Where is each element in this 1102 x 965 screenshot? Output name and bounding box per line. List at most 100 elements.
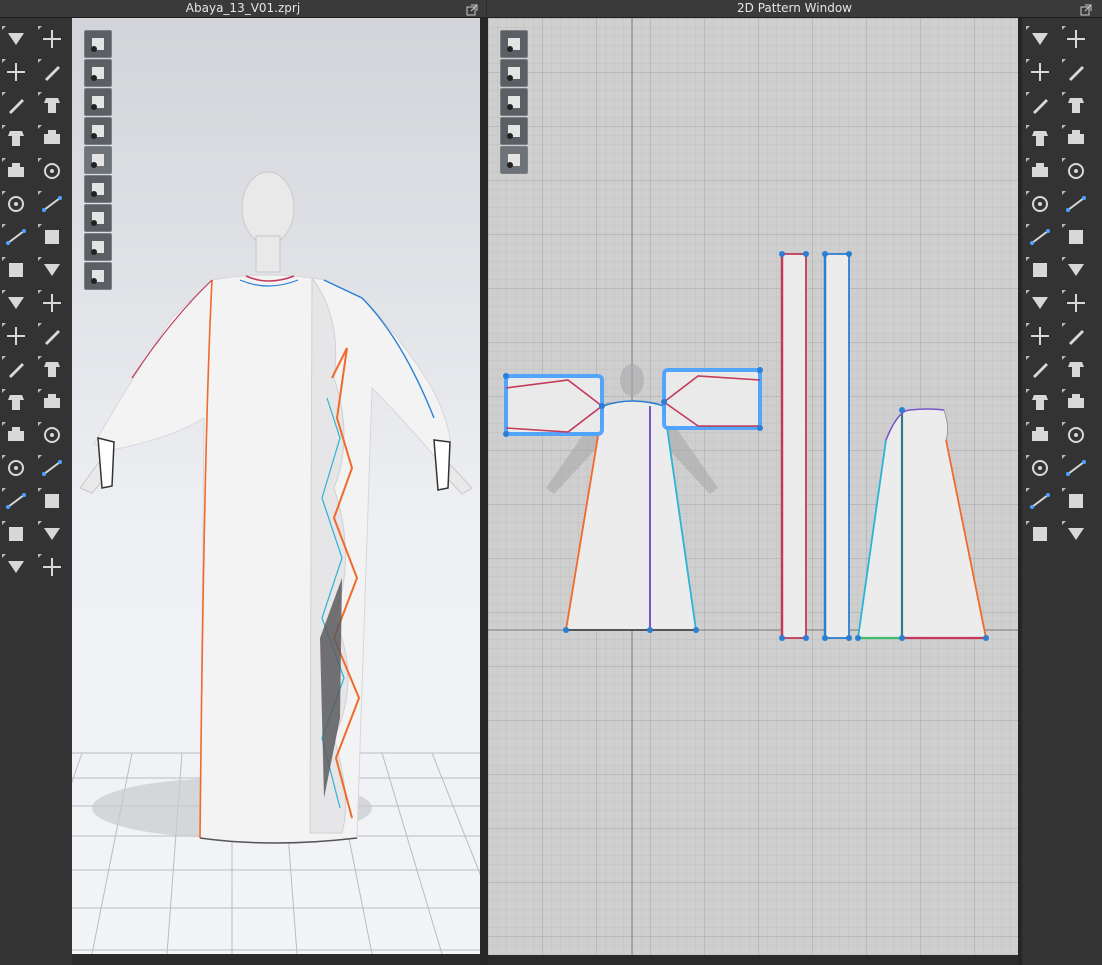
internal-polygon-icon[interactable] [1026, 158, 1054, 184]
fabric-icon[interactable] [1062, 257, 1090, 283]
texture-icon[interactable] [1062, 290, 1090, 316]
show-sewing-icon[interactable] [84, 146, 112, 174]
zipper-icon[interactable] [1062, 422, 1090, 448]
measure-icon[interactable] [38, 521, 66, 547]
show-fabric-icon[interactable] [84, 117, 112, 145]
show-garment-icon[interactable] [84, 59, 112, 87]
submenu-indicator [2, 554, 6, 558]
puckering-icon[interactable] [2, 356, 30, 382]
gradient-icon[interactable] [2, 455, 30, 481]
block-icon[interactable] [1062, 488, 1090, 514]
submenu-indicator [38, 521, 42, 525]
notch-icon[interactable] [1026, 290, 1054, 316]
move-down-icon[interactable] [2, 26, 30, 52]
show-avatar-icon[interactable] [500, 146, 528, 174]
submenu-indicator [1026, 224, 1030, 228]
globe-icon[interactable] [84, 262, 112, 290]
topstitch-icon[interactable] [1062, 323, 1090, 349]
hanger-icon[interactable] [2, 422, 30, 448]
select-icon[interactable] [38, 554, 66, 580]
viewport-3d[interactable] [72, 18, 480, 954]
edit-pattern-icon[interactable] [1026, 26, 1054, 52]
topstitch-icon[interactable] [38, 455, 66, 481]
measure-icon[interactable] [2, 323, 30, 349]
avatar-pose-icon[interactable] [38, 26, 66, 52]
segment-sewing-icon[interactable] [1062, 59, 1090, 85]
submenu-indicator [1026, 158, 1030, 162]
submenu-indicator [38, 257, 42, 261]
edit-curvature-icon[interactable] [38, 125, 66, 151]
polygon-icon[interactable] [1026, 92, 1054, 118]
trace-icon[interactable] [1026, 323, 1054, 349]
trace-icon[interactable] [2, 521, 30, 547]
show-pattern-icon[interactable] [84, 88, 112, 116]
pin-icon[interactable] [2, 257, 30, 283]
zipper-icon[interactable] [38, 356, 66, 382]
show-garment-icon[interactable] [500, 59, 528, 87]
rule-icon[interactable] [1026, 356, 1054, 382]
segment-sewing-icon[interactable] [2, 191, 30, 217]
sewing-icon[interactable] [2, 158, 30, 184]
transform-icon[interactable] [1026, 59, 1054, 85]
gradient-icon[interactable] [1062, 455, 1090, 481]
tape-icon[interactable] [38, 158, 66, 184]
avatar-pose-icon[interactable] [2, 224, 30, 250]
iron-icon[interactable] [1062, 158, 1090, 184]
edit-mesh-icon[interactable] [38, 92, 66, 118]
grain-icon[interactable] [1026, 455, 1054, 481]
submenu-indicator [1026, 191, 1030, 195]
grading-icon[interactable] [1026, 488, 1054, 514]
fabric-icon[interactable] [38, 257, 66, 283]
brush-icon[interactable] [2, 92, 30, 118]
pattern-piece-ruffle-strips [779, 251, 852, 641]
free-sewing-icon[interactable] [1062, 92, 1090, 118]
seam-icon[interactable] [1062, 26, 1090, 52]
buttonhole-icon[interactable] [38, 323, 66, 349]
fold-arrangement-icon[interactable] [1026, 224, 1054, 250]
fold-icon[interactable] [2, 290, 30, 316]
pleat-icon[interactable] [1026, 257, 1054, 283]
submenu-indicator [1062, 26, 1066, 30]
render-icon[interactable] [84, 204, 112, 232]
puckering-icon[interactable] [38, 224, 66, 250]
window-title-2d-text: 2D Pattern Window [737, 1, 852, 15]
brush-pressure-icon[interactable] [38, 191, 66, 217]
submenu-indicator [1026, 521, 1030, 525]
button-icon[interactable] [38, 290, 66, 316]
submenu-indicator [1062, 224, 1066, 228]
text-icon[interactable] [1026, 389, 1054, 415]
avatar-measure-icon[interactable] [1026, 521, 1054, 547]
info-icon[interactable] [500, 88, 528, 116]
popout-icon[interactable] [466, 1, 478, 16]
viewport-2d[interactable] [488, 18, 1018, 955]
hanger-icon[interactable] [1062, 521, 1090, 547]
submenu-indicator [38, 389, 42, 393]
tack-icon[interactable] [2, 389, 30, 415]
zip-icon[interactable] [2, 554, 30, 580]
measure-icon[interactable] [1062, 356, 1090, 382]
snap-icon[interactable] [38, 488, 66, 514]
tape-icon[interactable] [1062, 389, 1090, 415]
garment-icon[interactable] [1062, 191, 1090, 217]
garment-icon[interactable] [2, 125, 30, 151]
text-size-icon[interactable] [1026, 422, 1054, 448]
window-divider[interactable] [480, 18, 488, 965]
submenu-indicator [1062, 323, 1066, 327]
tack-icon[interactable] [1062, 125, 1090, 151]
zipper-slider-icon[interactable] [38, 389, 66, 415]
show-pins-icon[interactable] [84, 175, 112, 203]
select-mesh-icon[interactable] [38, 59, 66, 85]
pattern-view-icon[interactable] [500, 117, 528, 145]
avatar-silhouette-icon[interactable] [84, 233, 112, 261]
move-icon[interactable] [2, 59, 30, 85]
submenu-indicator [2, 224, 6, 228]
fit-icon[interactable] [2, 488, 30, 514]
submenu-indicator [38, 125, 42, 129]
dart-icon[interactable] [1026, 191, 1054, 217]
rectangle-icon[interactable] [1026, 125, 1054, 151]
trim-icon[interactable] [38, 422, 66, 448]
popout-icon[interactable] [1080, 1, 1092, 16]
brush-icon[interactable] [500, 30, 528, 58]
show-avatar-icon[interactable] [84, 30, 112, 58]
sewing-icon[interactable] [1062, 224, 1090, 250]
